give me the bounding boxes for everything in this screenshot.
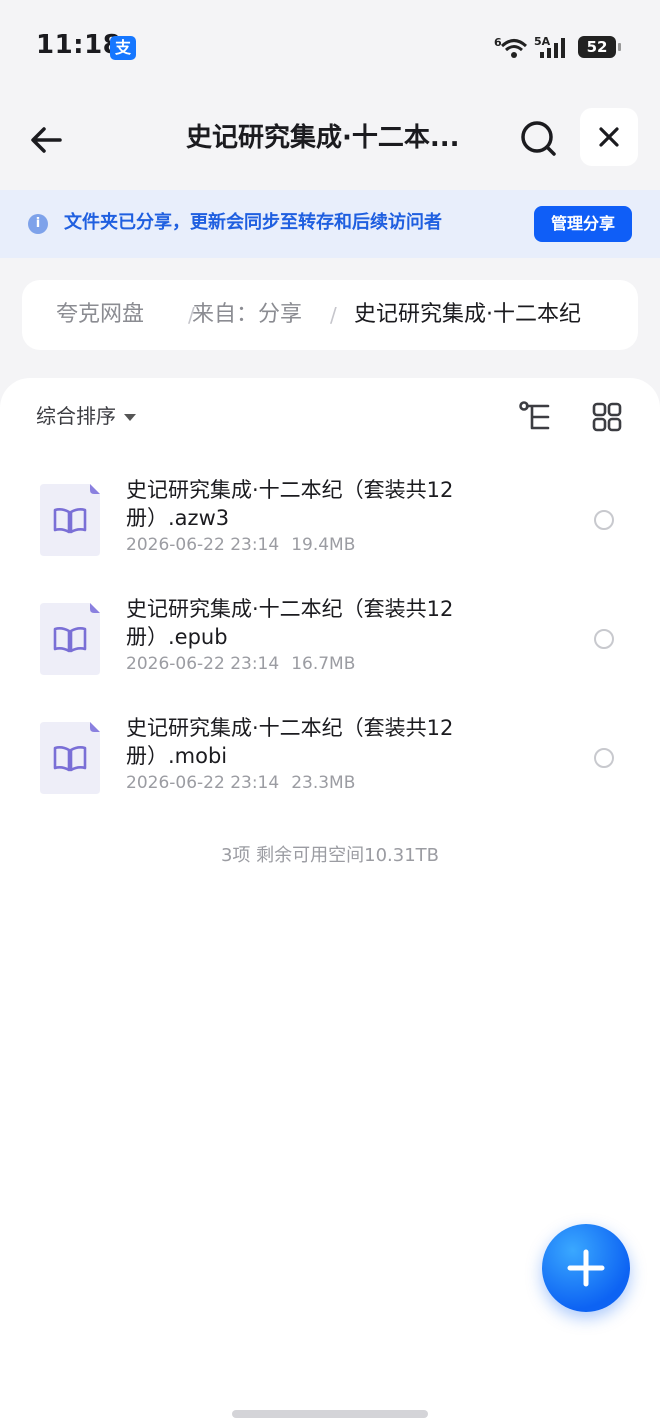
battery-tip	[618, 43, 621, 51]
grid-view-icon[interactable]	[592, 402, 622, 432]
file-row[interactable]: 史记研究集成·十二本纪（套装共12册）.mobi 2026-06-22 23:1…	[0, 714, 660, 826]
share-notice-banner: i 文件夹已分享，更新会同步至转存和后续访问者 管理分享	[0, 190, 660, 258]
file-date: 2026-06-22 23:14	[126, 773, 280, 793]
caret-down-icon	[124, 414, 136, 421]
close-icon	[599, 127, 619, 147]
file-size: 23.3MB	[291, 773, 356, 793]
wifi-icon: 6	[494, 36, 528, 58]
select-radio[interactable]	[594, 629, 614, 649]
share-notice-text: 文件夹已分享，更新会同步至转存和后续访问者	[64, 212, 442, 233]
title-bar: 史记研究集成·十二本...	[0, 96, 660, 188]
file-name: 史记研究集成·十二本纪（套装共12册）.mobi	[126, 716, 454, 768]
file-row[interactable]: 史记研究集成·十二本纪（套装共12册）.epub 2026-06-22 23:1…	[0, 595, 660, 707]
file-name: 史记研究集成·十二本纪（套装共12册）.epub	[126, 597, 454, 649]
tree-view-icon[interactable]	[518, 400, 554, 434]
file-size: 19.4MB	[291, 535, 356, 555]
status-time: 11:18	[36, 30, 122, 60]
alipay-icon: 支	[110, 36, 136, 60]
plus-icon	[567, 1249, 605, 1287]
breadcrumb-separator: /	[330, 303, 337, 327]
sort-dropdown[interactable]: 综合排序	[36, 402, 136, 430]
file-meta: 2026-06-22 23:14 19.4MB	[126, 534, 355, 556]
add-button[interactable]	[542, 1224, 630, 1312]
file-name: 史记研究集成·十二本纪（套装共12册）.azw3	[126, 478, 454, 530]
manage-share-button[interactable]: 管理分享	[534, 206, 632, 242]
info-icon: i	[28, 214, 48, 234]
breadcrumb-current: 史记研究集成·十二本纪	[354, 302, 581, 327]
file-date: 2026-06-22 23:14	[126, 535, 280, 555]
battery-icon: 52	[578, 36, 622, 58]
breadcrumb: 夸克网盘 / 来自：分享 / 史记研究集成·十二本纪	[22, 280, 638, 350]
file-size: 16.7MB	[291, 654, 356, 674]
back-arrow-icon[interactable]	[24, 116, 72, 164]
select-radio[interactable]	[594, 510, 614, 530]
file-row[interactable]: 史记研究集成·十二本纪（套装共12册）.azw3 2026-06-22 23:1…	[0, 476, 660, 588]
book-file-icon	[40, 603, 100, 675]
breadcrumb-from-share[interactable]: 来自：分享	[192, 300, 302, 330]
search-icon[interactable]	[514, 114, 564, 164]
select-radio[interactable]	[594, 748, 614, 768]
book-file-icon	[40, 722, 100, 794]
wifi-label: 6	[494, 36, 502, 49]
network-label: 5A	[534, 35, 551, 48]
file-meta: 2026-06-22 23:14 16.7MB	[126, 653, 355, 675]
storage-summary: 3项 剩余可用空间10.31TB	[220, 845, 440, 866]
page-title: 史记研究集成·十二本...	[186, 123, 460, 153]
breadcrumb-root[interactable]: 夸克网盘	[56, 300, 144, 330]
sort-label: 综合排序	[36, 404, 116, 428]
file-date: 2026-06-22 23:14	[126, 654, 280, 674]
status-bar: 11:18 支 6 5A 52	[0, 0, 660, 96]
battery-level: 52	[578, 36, 616, 58]
cellular-signal-icon: 5A	[534, 35, 565, 58]
file-meta: 2026-06-22 23:14 23.3MB	[126, 772, 355, 794]
home-indicator[interactable]	[232, 1410, 428, 1418]
book-file-icon	[40, 484, 100, 556]
close-button[interactable]	[580, 108, 638, 166]
